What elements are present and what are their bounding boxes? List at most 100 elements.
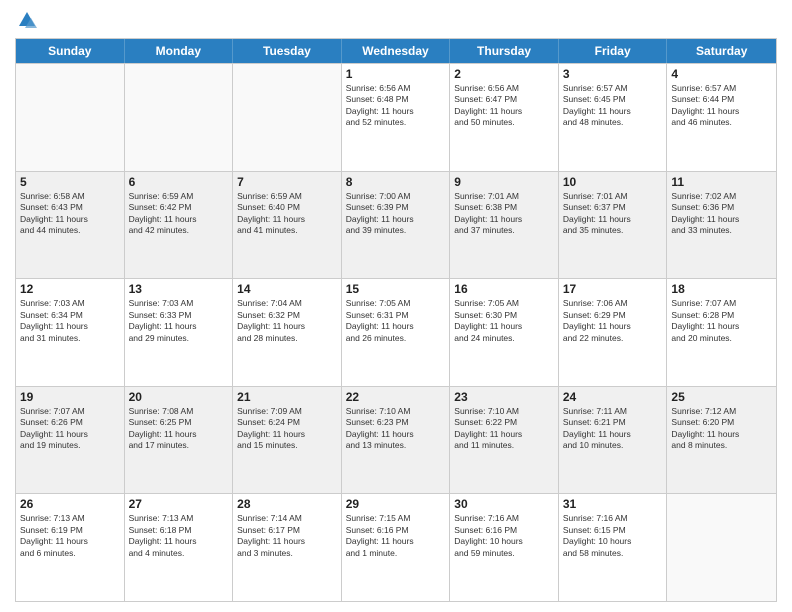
cell-content: Sunrise: 7:02 AM Sunset: 6:36 PM Dayligh… xyxy=(671,191,772,237)
calendar: SundayMondayTuesdayWednesdayThursdayFrid… xyxy=(15,38,777,602)
calendar-cell: 26Sunrise: 7:13 AM Sunset: 6:19 PM Dayli… xyxy=(16,494,125,601)
calendar-cell: 28 Sunrise: 7:14 AM Sunset: 6:17 PM Dayli… xyxy=(233,494,342,601)
cell-content: Sunrise: 7:08 AM Sunset: 6:25 PM Dayligh… xyxy=(129,406,229,452)
calendar-cell: 9 Sunrise: 7:01 AM Sunset: 6:38 PM Daylig… xyxy=(450,172,559,279)
calendar-header: SundayMondayTuesdayWednesdayThursdayFrid… xyxy=(16,39,776,63)
calendar-cell xyxy=(233,64,342,171)
calendar-row-3: 12 Sunrise: 7:03 AM Sunset: 6:34 PM Dayli… xyxy=(16,278,776,386)
day-number: 28 xyxy=(237,497,337,511)
calendar-row-1: 1 Sunrise: 6:56 AM Sunset: 6:48 PM Daylig… xyxy=(16,63,776,171)
calendar-cell: 16 Sunrise: 7:05 AM Sunset: 6:30 PM Dayli… xyxy=(450,279,559,386)
day-number: 19 xyxy=(20,390,120,404)
cell-content: Sunrise: 6:59 AM Sunset: 6:40 PM Dayligh… xyxy=(237,191,337,237)
day-header-thursday: Thursday xyxy=(450,39,559,63)
calendar-cell xyxy=(667,494,776,601)
page: SundayMondayTuesdayWednesdayThursdayFrid… xyxy=(0,0,792,612)
day-number: 29 xyxy=(346,497,446,511)
calendar-cell: 17 Sunrise: 7:06 AM Sunset: 6:29 PM Dayli… xyxy=(559,279,668,386)
cell-content: Sunrise: 7:05 AM Sunset: 6:31 PM Dayligh… xyxy=(346,298,446,344)
calendar-cell: 3 Sunrise: 6:57 AM Sunset: 6:45 PM Daylig… xyxy=(559,64,668,171)
cell-content: Sunrise: 7:05 AM Sunset: 6:30 PM Dayligh… xyxy=(454,298,554,344)
calendar-row-2: 5Sunrise: 6:58 AM Sunset: 6:43 PM Daylig… xyxy=(16,171,776,279)
cell-content: Sunrise: 7:01 AM Sunset: 6:38 PM Dayligh… xyxy=(454,191,554,237)
day-header-monday: Monday xyxy=(125,39,234,63)
day-number: 24 xyxy=(563,390,663,404)
calendar-cell: 18 Sunrise: 7:07 AM Sunset: 6:28 PM Dayli… xyxy=(667,279,776,386)
calendar-cell: 12 Sunrise: 7:03 AM Sunset: 6:34 PM Dayli… xyxy=(16,279,125,386)
day-number: 14 xyxy=(237,282,337,296)
cell-content: Sunrise: 7:03 AM Sunset: 6:33 PM Dayligh… xyxy=(129,298,229,344)
day-number: 13 xyxy=(129,282,229,296)
calendar-cell: 13 Sunrise: 7:03 AM Sunset: 6:33 PM Dayli… xyxy=(125,279,234,386)
day-number: 23 xyxy=(454,390,554,404)
calendar-cell: 1 Sunrise: 6:56 AM Sunset: 6:48 PM Daylig… xyxy=(342,64,451,171)
cell-content: Sunrise: 7:14 AM Sunset: 6:17 PM Dayligh… xyxy=(237,513,337,559)
calendar-cell: 21 Sunrise: 7:09 AM Sunset: 6:24 PM Dayli… xyxy=(233,387,342,494)
logo-icon xyxy=(17,10,37,30)
day-number: 16 xyxy=(454,282,554,296)
cell-content: Sunrise: 7:04 AM Sunset: 6:32 PM Dayligh… xyxy=(237,298,337,344)
cell-content: Sunrise: 7:06 AM Sunset: 6:29 PM Dayligh… xyxy=(563,298,663,344)
cell-content: Sunrise: 7:09 AM Sunset: 6:24 PM Dayligh… xyxy=(237,406,337,452)
cell-content: Sunrise: 7:01 AM Sunset: 6:37 PM Dayligh… xyxy=(563,191,663,237)
day-number: 1 xyxy=(346,67,446,81)
calendar-cell xyxy=(125,64,234,171)
cell-content: Sunrise: 7:10 AM Sunset: 6:23 PM Dayligh… xyxy=(346,406,446,452)
day-number: 20 xyxy=(129,390,229,404)
day-number: 7 xyxy=(237,175,337,189)
day-number: 21 xyxy=(237,390,337,404)
day-number: 12 xyxy=(20,282,120,296)
day-header-wednesday: Wednesday xyxy=(342,39,451,63)
calendar-cell: 14 Sunrise: 7:04 AM Sunset: 6:32 PM Dayli… xyxy=(233,279,342,386)
day-number: 27 xyxy=(129,497,229,511)
day-number: 31 xyxy=(563,497,663,511)
calendar-cell: 2Sunrise: 6:56 AM Sunset: 6:47 PM Daylig… xyxy=(450,64,559,171)
calendar-cell: 24 Sunrise: 7:11 AM Sunset: 6:21 PM Dayli… xyxy=(559,387,668,494)
day-number: 25 xyxy=(671,390,772,404)
day-number: 22 xyxy=(346,390,446,404)
day-number: 11 xyxy=(671,175,772,189)
calendar-cell: 11 Sunrise: 7:02 AM Sunset: 6:36 PM Dayli… xyxy=(667,172,776,279)
cell-content: Sunrise: 7:07 AM Sunset: 6:26 PM Dayligh… xyxy=(20,406,120,452)
calendar-cell: 5Sunrise: 6:58 AM Sunset: 6:43 PM Daylig… xyxy=(16,172,125,279)
logo xyxy=(15,10,37,30)
calendar-cell: 25 Sunrise: 7:12 AM Sunset: 6:20 PM Dayli… xyxy=(667,387,776,494)
calendar-cell: 10Sunrise: 7:01 AM Sunset: 6:37 PM Dayli… xyxy=(559,172,668,279)
header xyxy=(15,10,777,30)
calendar-cell: 19 Sunrise: 7:07 AM Sunset: 6:26 PM Dayli… xyxy=(16,387,125,494)
day-number: 15 xyxy=(346,282,446,296)
day-header-saturday: Saturday xyxy=(667,39,776,63)
cell-content: Sunrise: 6:57 AM Sunset: 6:45 PM Dayligh… xyxy=(563,83,663,129)
calendar-cell: 30Sunrise: 7:16 AM Sunset: 6:16 PM Dayli… xyxy=(450,494,559,601)
calendar-body: 1 Sunrise: 6:56 AM Sunset: 6:48 PM Daylig… xyxy=(16,63,776,601)
cell-content: Sunrise: 6:57 AM Sunset: 6:44 PM Dayligh… xyxy=(671,83,772,129)
day-number: 18 xyxy=(671,282,772,296)
cell-content: Sunrise: 7:11 AM Sunset: 6:21 PM Dayligh… xyxy=(563,406,663,452)
cell-content: Sunrise: 7:13 AM Sunset: 6:18 PM Dayligh… xyxy=(129,513,229,559)
calendar-cell xyxy=(16,64,125,171)
cell-content: Sunrise: 7:03 AM Sunset: 6:34 PM Dayligh… xyxy=(20,298,120,344)
cell-content: Sunrise: 6:56 AM Sunset: 6:48 PM Dayligh… xyxy=(346,83,446,129)
calendar-cell: 23 Sunrise: 7:10 AM Sunset: 6:22 PM Dayli… xyxy=(450,387,559,494)
calendar-cell: 4Sunrise: 6:57 AM Sunset: 6:44 PM Daylig… xyxy=(667,64,776,171)
calendar-cell: 20 Sunrise: 7:08 AM Sunset: 6:25 PM Dayli… xyxy=(125,387,234,494)
day-number: 3 xyxy=(563,67,663,81)
calendar-cell: 6Sunrise: 6:59 AM Sunset: 6:42 PM Daylig… xyxy=(125,172,234,279)
cell-content: Sunrise: 7:13 AM Sunset: 6:19 PM Dayligh… xyxy=(20,513,120,559)
day-number: 30 xyxy=(454,497,554,511)
calendar-row-4: 19 Sunrise: 7:07 AM Sunset: 6:26 PM Dayli… xyxy=(16,386,776,494)
calendar-cell: 22 Sunrise: 7:10 AM Sunset: 6:23 PM Dayli… xyxy=(342,387,451,494)
cell-content: Sunrise: 7:15 AM Sunset: 6:16 PM Dayligh… xyxy=(346,513,446,559)
cell-content: Sunrise: 6:58 AM Sunset: 6:43 PM Dayligh… xyxy=(20,191,120,237)
day-header-friday: Friday xyxy=(559,39,668,63)
cell-content: Sunrise: 7:16 AM Sunset: 6:15 PM Dayligh… xyxy=(563,513,663,559)
day-number: 17 xyxy=(563,282,663,296)
cell-content: Sunrise: 7:00 AM Sunset: 6:39 PM Dayligh… xyxy=(346,191,446,237)
calendar-cell: 7 Sunrise: 6:59 AM Sunset: 6:40 PM Daylig… xyxy=(233,172,342,279)
day-number: 8 xyxy=(346,175,446,189)
day-number: 9 xyxy=(454,175,554,189)
cell-content: Sunrise: 7:07 AM Sunset: 6:28 PM Dayligh… xyxy=(671,298,772,344)
cell-content: Sunrise: 7:12 AM Sunset: 6:20 PM Dayligh… xyxy=(671,406,772,452)
cell-content: Sunrise: 7:10 AM Sunset: 6:22 PM Dayligh… xyxy=(454,406,554,452)
calendar-cell: 29 Sunrise: 7:15 AM Sunset: 6:16 PM Dayli… xyxy=(342,494,451,601)
